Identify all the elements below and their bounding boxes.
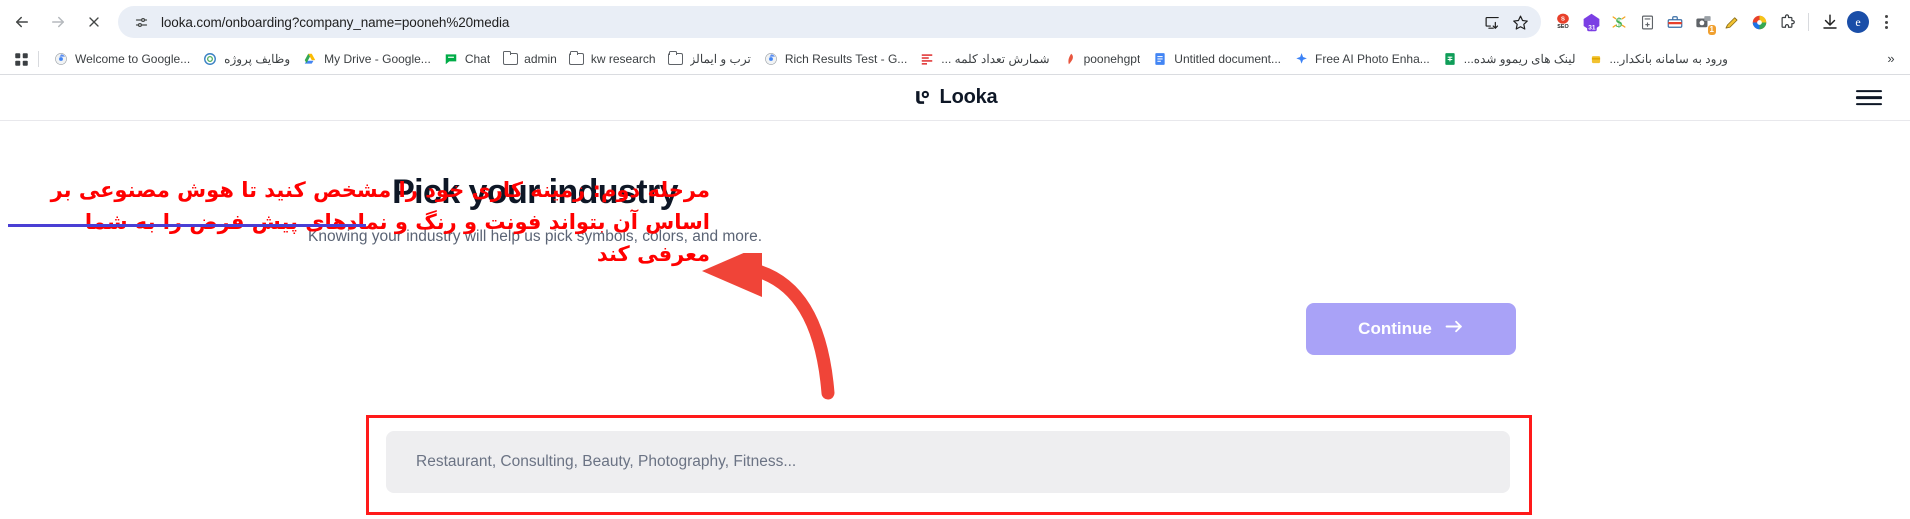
bookmark-label: وظایف پروژه	[224, 52, 291, 66]
docs-icon	[1152, 51, 1168, 67]
avatar-initial: e	[1847, 11, 1869, 33]
bookmark-label: Rich Results Test - G...	[784, 52, 908, 66]
bookmark-label: ورود به سامانه بانکدار...	[1609, 52, 1728, 66]
extensions-strip: S SEO 31 $ 1 e	[1547, 7, 1900, 37]
kebab-menu-icon[interactable]	[1872, 7, 1900, 37]
bookmark-label: admin	[524, 52, 557, 66]
svg-text:31: 31	[1588, 24, 1596, 31]
chat-icon	[443, 51, 459, 67]
bookmark-item[interactable]: poonehgpt	[1056, 47, 1147, 71]
continue-button[interactable]: Continue	[1306, 303, 1516, 355]
sheets-icon	[1442, 51, 1458, 67]
continue-label: Continue	[1358, 319, 1432, 338]
bookmark-item[interactable]: My Drive - Google...	[296, 47, 437, 71]
back-button[interactable]	[4, 4, 40, 40]
sparkle-icon	[1293, 51, 1309, 67]
looka-logo-icon	[913, 88, 932, 107]
seo-extension-icon[interactable]: S SEO	[1549, 7, 1577, 37]
arrow-right-icon	[1445, 319, 1464, 339]
folder-icon	[569, 50, 585, 67]
redlines-icon	[919, 51, 935, 67]
drive-icon	[302, 51, 318, 67]
bookmark-label: Welcome to Google...	[75, 52, 191, 66]
bank-icon	[1588, 51, 1604, 67]
red-arrow-icon	[700, 245, 890, 413]
keywords-extension-icon[interactable]: $	[1605, 7, 1633, 37]
bookmark-item[interactable]: Free AI Photo Enha...	[1287, 47, 1436, 71]
brand-name: Looka	[939, 86, 998, 108]
bookmark-item[interactable]: kw research	[563, 47, 662, 71]
forward-button[interactable]	[40, 4, 76, 40]
chrome-icon	[53, 51, 69, 67]
bookmark-label: kw research	[590, 52, 656, 66]
browser-chrome: looka.com/onboarding?company_name=pooneh…	[0, 0, 1910, 75]
page-settings-icon[interactable]	[130, 11, 152, 33]
download-icon[interactable]	[1816, 7, 1844, 37]
bookmark-item[interactable]: Untitled document...	[1146, 47, 1287, 71]
bookmarks-divider	[38, 51, 39, 67]
bookmark-item[interactable]: ترب و ایمالز	[662, 47, 757, 71]
bookmark-item[interactable]: وظایف پروژه	[196, 47, 296, 71]
folder-icon	[668, 50, 684, 67]
highlighter-extension-icon[interactable]	[1717, 7, 1745, 37]
bookmark-item[interactable]: Rich Results Test - G...	[757, 47, 913, 71]
industry-search-input[interactable]	[386, 431, 1510, 493]
apps-grid-icon[interactable]	[8, 47, 34, 71]
site-icon	[202, 51, 218, 67]
annotation-text: مرحله دوم: زمینه کاری خود را مشخص کنید ت…	[50, 178, 710, 266]
hamburger-menu-icon[interactable]	[1856, 89, 1882, 106]
bookmark-label: شمارش تعداد کلمه ...	[941, 52, 1050, 66]
bookmark-star-icon[interactable]	[1507, 9, 1533, 35]
page-content: Looka Pick your industry Knowing your in…	[0, 75, 1910, 519]
feather-icon	[1062, 51, 1078, 67]
bookmark-label: Free AI Photo Enha...	[1315, 52, 1430, 66]
bookmark-label: poonehgpt	[1083, 52, 1141, 66]
bookmark-item[interactable]: Welcome to Google...	[47, 47, 196, 71]
bookmark-item[interactable]: Chat	[437, 47, 496, 71]
toolbox-extension-icon[interactable]	[1661, 7, 1689, 37]
install-app-icon[interactable]	[1479, 9, 1505, 35]
bookmark-item[interactable]: ورود به سامانه بانکدار...	[1582, 47, 1734, 71]
site-header: Looka	[0, 75, 1910, 121]
forms-extension-icon[interactable]	[1633, 7, 1661, 37]
bookmark-label: My Drive - Google...	[324, 52, 431, 66]
bookmark-item[interactable]: شمارش تعداد کلمه ...	[913, 47, 1055, 71]
bookmark-label: Chat	[464, 52, 491, 66]
bookmarks-bar: Welcome to Google... وظایف پروژه My Driv…	[0, 44, 1910, 74]
address-bar[interactable]: looka.com/onboarding?company_name=pooneh…	[118, 6, 1541, 38]
svg-text:$: $	[1616, 15, 1623, 30]
extension-badge-count: 1	[1707, 25, 1716, 35]
bookmarks-overflow-button[interactable]: »	[1880, 47, 1902, 69]
svg-text:S: S	[1561, 16, 1565, 22]
bookmark-label: Untitled document...	[1174, 52, 1282, 66]
toolbar-divider	[1808, 13, 1809, 31]
extensions-puzzle-icon[interactable]	[1773, 7, 1801, 37]
bookmark-item[interactable]: لینک های ریموو شده...	[1436, 47, 1582, 71]
bookmark-label: ترب و ایمالز	[689, 52, 751, 66]
looka-brand[interactable]: Looka	[913, 86, 998, 109]
folder-icon	[502, 50, 518, 67]
stop-loading-button[interactable]	[76, 4, 112, 40]
url-text: looka.com/onboarding?company_name=pooneh…	[161, 14, 510, 30]
browser-toolbar: looka.com/onboarding?company_name=pooneh…	[0, 0, 1910, 44]
annotation-underline	[8, 224, 366, 227]
bookmark-label: لینک های ریموو شده...	[1463, 52, 1576, 66]
calendar-extension-icon[interactable]: 31	[1577, 7, 1605, 37]
industry-search-wrap	[386, 431, 1510, 493]
bookmark-item[interactable]: admin	[496, 47, 563, 71]
svg-text:SEO: SEO	[1557, 24, 1568, 30]
profile-avatar[interactable]: e	[1844, 7, 1872, 37]
screenshot-extension-icon[interactable]: 1	[1689, 7, 1717, 37]
chrome-icon	[763, 51, 779, 67]
color-wheel-extension-icon[interactable]	[1745, 7, 1773, 37]
